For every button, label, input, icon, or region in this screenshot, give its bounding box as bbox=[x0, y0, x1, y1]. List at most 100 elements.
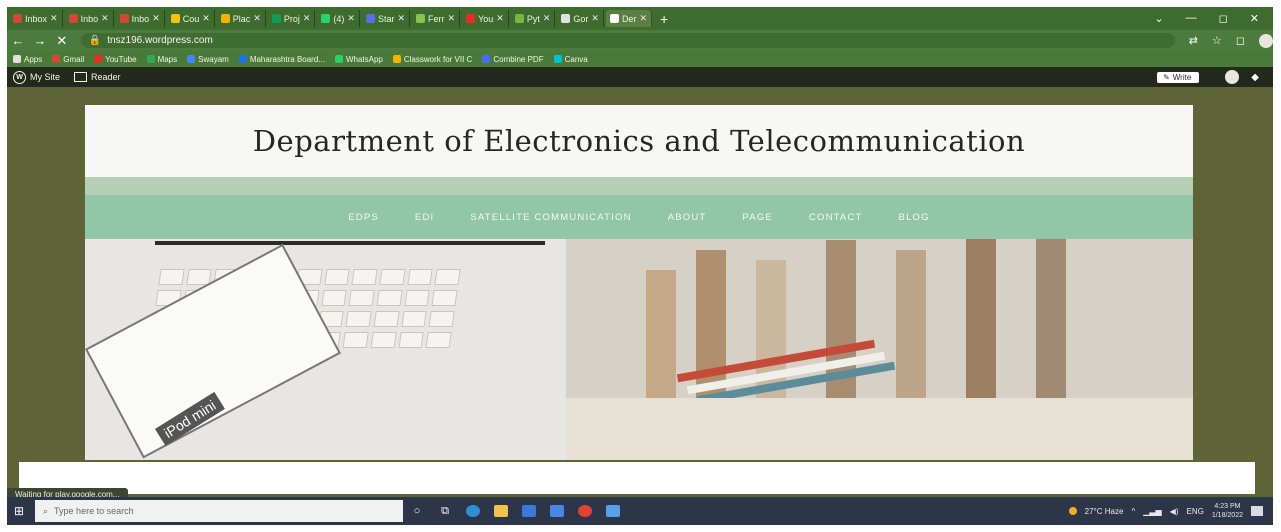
nav-link[interactable]: EDI bbox=[415, 212, 434, 223]
profile-avatar[interactable] bbox=[1259, 33, 1273, 48]
browser-tab[interactable]: Der ✕ bbox=[605, 10, 652, 27]
clock[interactable]: 4:23 PM 1/18/2022 bbox=[1212, 502, 1243, 520]
tab-close-icon[interactable]: ✕ bbox=[397, 13, 405, 24]
tab-close-icon[interactable]: ✕ bbox=[101, 13, 109, 24]
store-icon[interactable] bbox=[515, 497, 543, 525]
user-avatar[interactable] bbox=[1225, 70, 1240, 84]
tab-close-icon[interactable]: ✕ bbox=[448, 13, 456, 24]
forward-button[interactable]: → bbox=[29, 33, 51, 48]
laptop-edge bbox=[155, 241, 545, 245]
tab-close-icon[interactable]: ✕ bbox=[202, 13, 210, 24]
tab-close-icon[interactable]: ✕ bbox=[496, 13, 504, 24]
browser-tab[interactable]: Inbox ✕ bbox=[9, 10, 63, 27]
browser-tab[interactable]: Inbo ✕ bbox=[116, 10, 165, 27]
bookmark-item[interactable]: Apps bbox=[13, 55, 42, 64]
tab-label: You bbox=[478, 13, 494, 24]
notification-icon[interactable]: ◆ bbox=[1251, 72, 1259, 83]
bookmark-item[interactable]: Maps bbox=[146, 54, 178, 64]
bookmark-item[interactable]: WhatsApp bbox=[334, 55, 383, 64]
back-button[interactable]: ← bbox=[7, 33, 29, 48]
taskbar-search[interactable]: ⌕ Type here to search bbox=[35, 500, 403, 522]
page-overlay-band bbox=[19, 462, 1255, 494]
tab-close-icon[interactable]: ✕ bbox=[303, 13, 311, 24]
site-title[interactable]: Department of Electronics and Telecommun… bbox=[253, 124, 1025, 158]
nav-link[interactable]: PAGE bbox=[742, 212, 773, 223]
wp-admin-bar: W My Site Reader ✎ Write ◆ bbox=[7, 67, 1273, 87]
minimize-button[interactable]: — bbox=[1186, 12, 1197, 25]
browser-tab[interactable]: Gor ✕ bbox=[557, 10, 604, 27]
bookmark-item[interactable]: Classwork for VII C bbox=[392, 55, 472, 64]
chrome-icon[interactable] bbox=[571, 497, 599, 525]
bookmark-item[interactable]: Combine PDF bbox=[482, 55, 544, 64]
cortana-icon[interactable]: ○ bbox=[403, 497, 431, 525]
browser-tab[interactable]: (4) ✕ bbox=[317, 10, 360, 27]
browser-tab[interactable]: Inbo ✕ bbox=[65, 10, 114, 27]
browser-tab[interactable]: Cou ✕ bbox=[167, 10, 215, 27]
tray-chevron-icon[interactable]: ^ bbox=[1131, 507, 1135, 516]
nav-link[interactable]: EDPS bbox=[348, 212, 379, 223]
bookmark-item[interactable]: YouTube bbox=[94, 55, 137, 64]
photos-icon[interactable] bbox=[599, 497, 627, 525]
start-button[interactable]: ⊞ bbox=[7, 497, 31, 525]
close-button[interactable]: ✕ bbox=[1250, 12, 1259, 25]
tab-label: Ferr bbox=[428, 13, 445, 24]
browser-tab[interactable]: Pyt ✕ bbox=[511, 10, 556, 27]
nav-link[interactable]: SATELLITE COMMUNICATION bbox=[470, 212, 631, 223]
tab-close-icon[interactable]: ✕ bbox=[639, 13, 647, 24]
bookmark-item[interactable]: Swayam bbox=[187, 55, 229, 64]
action-center-icon[interactable] bbox=[1251, 506, 1263, 516]
tab-close-icon[interactable]: ✕ bbox=[543, 13, 551, 24]
bookmark-label: Maps bbox=[157, 54, 178, 64]
site-header: Department of Electronics and Telecommun… bbox=[85, 105, 1193, 177]
network-icon[interactable]: ▁▃▅ bbox=[1143, 507, 1161, 516]
bookmark-item[interactable]: Canva bbox=[553, 55, 588, 64]
star-icon[interactable]: ☆ bbox=[1212, 34, 1222, 48]
tab-close-icon[interactable]: ✕ bbox=[253, 13, 261, 24]
browser-tab[interactable]: Star ✕ bbox=[362, 10, 411, 27]
tab-label: Gor bbox=[573, 13, 589, 24]
new-tab-button[interactable]: + bbox=[660, 11, 668, 27]
extension-icon[interactable]: ◻ bbox=[1236, 34, 1245, 48]
explorer-icon[interactable] bbox=[487, 497, 515, 525]
my-site-link[interactable]: W My Site bbox=[13, 70, 60, 84]
tab-strip: Inbox ✕ Inbo ✕ Inbo ✕ Cou ✕ Plac ✕ Proj ✕ (4) ✕ Star ✕ F… bbox=[7, 7, 1273, 30]
hero-image-books bbox=[566, 239, 1193, 460]
address-bar[interactable]: 🔒 tnsz196.wordpress.com bbox=[80, 33, 1175, 48]
bookmarks-bar: Apps Gmail YouTube Maps Swayam Maharashtra Bo… bbox=[7, 51, 1273, 67]
tab-close-icon[interactable]: ✕ bbox=[50, 13, 58, 24]
tab-label: Pyt bbox=[526, 13, 540, 24]
tab-close-icon[interactable]: ✕ bbox=[591, 13, 599, 24]
nav-link[interactable]: CONTACT bbox=[809, 212, 863, 223]
nav-link[interactable]: ABOUT bbox=[668, 212, 707, 223]
weather-text[interactable]: 27°C Haze bbox=[1085, 507, 1124, 516]
keyboard-key bbox=[404, 290, 431, 306]
task-view-icon[interactable]: ⧉ bbox=[431, 497, 459, 525]
reader-icon bbox=[74, 72, 88, 82]
share-icon[interactable]: ⇄ bbox=[1189, 34, 1198, 48]
address-text: tnsz196.wordpress.com bbox=[107, 35, 213, 46]
browser-tab[interactable]: Ferr ✕ bbox=[412, 10, 461, 27]
mail-icon[interactable] bbox=[543, 497, 571, 525]
bookmark-favicon-icon bbox=[334, 55, 343, 63]
browser-tab[interactable]: Proj ✕ bbox=[268, 10, 316, 27]
bookmark-favicon-icon bbox=[13, 55, 21, 63]
bookmark-favicon-icon bbox=[146, 55, 155, 63]
edge-icon[interactable] bbox=[459, 497, 487, 525]
volume-icon[interactable]: ◀) bbox=[1170, 507, 1179, 516]
keyboard-key bbox=[342, 332, 369, 348]
reader-link[interactable]: Reader bbox=[74, 72, 121, 82]
nav-link[interactable]: BLOG bbox=[899, 212, 930, 223]
tab-close-icon[interactable]: ✕ bbox=[347, 13, 355, 24]
bookmark-item[interactable]: Gmail bbox=[52, 55, 84, 64]
keyboard-key bbox=[351, 269, 378, 285]
tab-search-icon[interactable]: ⌄ bbox=[1154, 12, 1163, 25]
bookmark-item[interactable]: Maharashtra Board... bbox=[238, 55, 325, 64]
stop-button[interactable]: ✕ bbox=[51, 33, 73, 49]
write-button[interactable]: ✎ Write bbox=[1157, 71, 1200, 83]
language-indicator[interactable]: ENG bbox=[1187, 507, 1204, 516]
tab-favicon-icon bbox=[365, 14, 375, 23]
tab-close-icon[interactable]: ✕ bbox=[152, 13, 160, 24]
browser-tab[interactable]: You ✕ bbox=[462, 10, 509, 27]
browser-tab[interactable]: Plac ✕ bbox=[217, 10, 266, 27]
restore-button[interactable]: ◻ bbox=[1219, 12, 1228, 25]
